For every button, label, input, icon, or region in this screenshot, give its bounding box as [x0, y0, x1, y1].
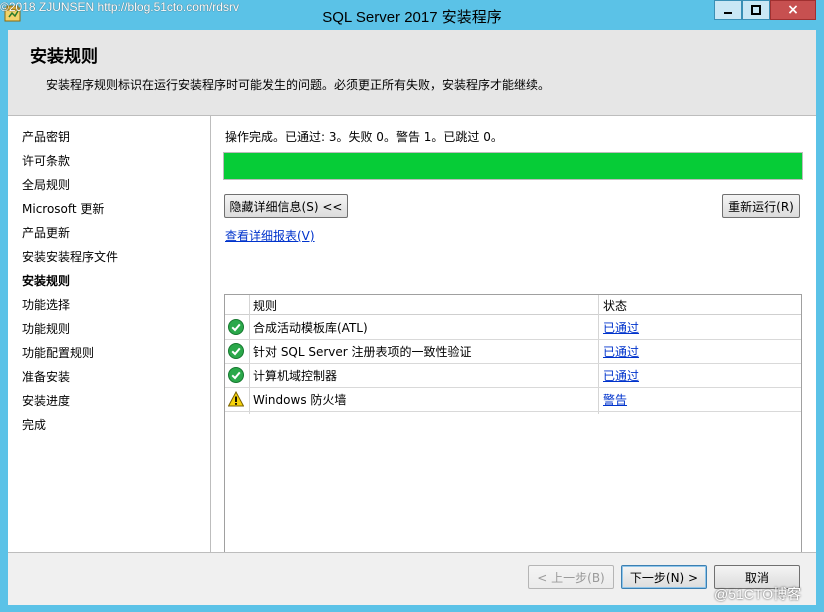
- nav-step-complete[interactable]: 完成: [22, 416, 46, 433]
- warning-triangle-icon: [227, 390, 245, 407]
- page-title: 安装规则: [30, 47, 98, 67]
- nav-step-ready-to-install[interactable]: 准备安装: [22, 368, 70, 385]
- dialog-client-area: 安装规则 安装程序规则标识在运行安装程序时可能发生的问题。必须更正所有失败，安装…: [8, 30, 816, 605]
- check-circle-icon: [228, 367, 244, 383]
- rule-name: 合成活动模板库(ATL): [253, 321, 368, 335]
- nav-step-product-key[interactable]: 产品密钥: [22, 128, 70, 145]
- installer-window: ©2018 ZJUNSEN http://blog.51cto.com/rdsr…: [0, 0, 824, 612]
- rule-name: Windows 防火墙: [253, 393, 347, 407]
- check-circle-icon: [228, 319, 244, 335]
- wizard-footer: < 上一步(B) 下一步(N) > 取消: [8, 552, 816, 605]
- next-button[interactable]: 下一步(N) >: [621, 565, 707, 589]
- progress-bar: [223, 152, 803, 180]
- check-circle-icon: [228, 343, 244, 359]
- maximize-icon: [751, 5, 761, 15]
- minimize-icon: [724, 12, 732, 14]
- rule-status-link[interactable]: 已通过: [603, 343, 639, 360]
- table-row[interactable]: 合成活动模板库(ATL) 已通过: [225, 315, 801, 340]
- rule-name: 针对 SQL Server 注册表项的一致性验证: [253, 345, 472, 359]
- nav-step-microsoft-update[interactable]: Microsoft 更新: [22, 200, 104, 217]
- watermark-bottom: @51CTO博客: [714, 586, 802, 602]
- back-button[interactable]: < 上一步(B): [528, 565, 614, 589]
- nav-step-license-terms[interactable]: 许可条款: [22, 152, 70, 169]
- column-header-rule[interactable]: 规则: [253, 297, 277, 314]
- page-header: 安装规则 安装程序规则标识在运行安装程序时可能发生的问题。必须更正所有失败，安装…: [8, 30, 816, 116]
- rule-status-link[interactable]: 已通过: [603, 319, 639, 336]
- rule-status-link[interactable]: 已通过: [603, 367, 639, 384]
- close-icon: ×: [787, 2, 799, 18]
- nav-step-global-rules[interactable]: 全局规则: [22, 176, 70, 193]
- maximize-button[interactable]: [742, 0, 770, 20]
- rule-status-link[interactable]: 警告: [603, 391, 627, 408]
- title-bar[interactable]: ©2018 ZJUNSEN http://blog.51cto.com/rdsr…: [0, 0, 824, 30]
- minimize-button[interactable]: [714, 0, 742, 20]
- rerun-button[interactable]: 重新运行(R): [722, 194, 800, 218]
- operation-status-text: 操作完成。已通过: 3。失败 0。警告 1。已跳过 0。: [225, 130, 503, 144]
- rule-name: 计算机域控制器: [253, 369, 338, 383]
- nav-step-install-rules[interactable]: 安装规则: [22, 272, 70, 289]
- page-description: 安装程序规则标识在运行安装程序时可能发生的问题。必须更正所有失败，安装程序才能继…: [46, 78, 551, 92]
- view-detailed-report-link[interactable]: 查看详细报表(V): [225, 227, 315, 244]
- nav-step-feature-selection[interactable]: 功能选择: [22, 296, 70, 313]
- nav-step-install-setup-files[interactable]: 安装安装程序文件: [22, 248, 118, 265]
- hide-details-button[interactable]: 隐藏详细信息(S) <<: [224, 194, 348, 218]
- rules-table: 规则 状态 合成活动模板库(ATL) 已通过 针对 SQL Server 注册表…: [224, 294, 802, 567]
- nav-step-product-updates[interactable]: 产品更新: [22, 224, 70, 241]
- table-row[interactable]: 针对 SQL Server 注册表项的一致性验证 已通过: [225, 339, 801, 364]
- nav-step-feature-config-rules[interactable]: 功能配置规则: [22, 344, 94, 361]
- close-button[interactable]: ×: [770, 0, 816, 20]
- table-header-row: 规则 状态: [225, 295, 801, 315]
- table-row[interactable]: Windows 防火墙 警告: [225, 387, 801, 412]
- window-title: SQL Server 2017 安装程序: [322, 9, 502, 26]
- table-row[interactable]: 计算机域控制器 已通过: [225, 363, 801, 388]
- progress-bar-fill: [224, 153, 802, 179]
- main-content: 操作完成。已通过: 3。失败 0。警告 1。已跳过 0。 隐藏详细信息(S) <…: [211, 116, 816, 567]
- nav-step-install-progress[interactable]: 安装进度: [22, 392, 70, 409]
- wizard-steps-nav: 产品密钥 许可条款 全局规则 Microsoft 更新 产品更新 安装安装程序文…: [8, 116, 211, 552]
- nav-step-feature-rules[interactable]: 功能规则: [22, 320, 70, 337]
- column-header-status[interactable]: 状态: [603, 297, 627, 314]
